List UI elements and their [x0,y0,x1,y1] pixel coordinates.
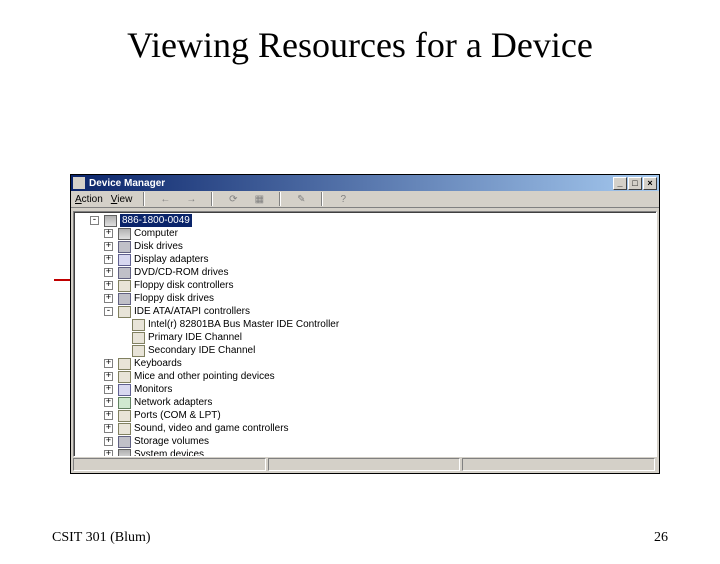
device-icon [118,449,131,458]
tree-item-ide-0[interactable]: Intel(r) 82801BA Bus Master IDE Controll… [148,318,339,331]
menu-action[interactable]: Action [75,194,103,205]
device-icon [132,332,145,344]
tree-item-5[interactable]: Floppy disk drives [134,292,214,305]
app-icon [73,177,85,189]
device-manager-window: Device Manager _ □ × Action View ← → ⟳ ▦… [70,174,660,474]
expand-toggle[interactable]: + [104,437,113,446]
controller-icon [118,306,131,318]
tree-item-4[interactable]: Floppy disk controllers [134,279,233,292]
expand-toggle[interactable]: + [104,242,113,251]
tree-item-r5[interactable]: Sound, video and game controllers [134,422,289,435]
tree-item-r2[interactable]: Monitors [134,383,172,396]
close-button[interactable]: × [643,177,657,190]
tree-item-ide-1[interactable]: Primary IDE Channel [148,331,242,344]
expand-toggle[interactable]: + [104,398,113,407]
toolbar-help-icon[interactable]: ? [334,192,352,207]
expand-toggle[interactable]: + [104,385,113,394]
tree-root[interactable]: 886-1800-0049 [120,214,192,227]
computer-icon [104,215,117,227]
tree-item-2[interactable]: Display adapters [134,253,208,266]
device-icon [118,410,131,422]
device-icon [118,293,131,305]
expand-toggle[interactable]: + [104,450,113,457]
expand-toggle[interactable]: + [104,268,113,277]
device-icon [118,254,131,266]
expand-toggle[interactable]: + [104,229,113,238]
tree-item-0[interactable]: Computer [134,227,178,240]
tree-item-r7[interactable]: System devices [134,448,204,457]
tree-item-r0[interactable]: Keyboards [134,357,182,370]
toolbar-refresh-icon[interactable]: ⟳ [224,192,242,207]
expand-toggle[interactable]: + [104,294,113,303]
device-icon [118,397,131,409]
tree-item-ide[interactable]: IDE ATA/ATAPI controllers [134,305,250,318]
expand-toggle[interactable]: + [104,281,113,290]
menubar: Action View ← → ⟳ ▦ ✎ ? [71,191,659,208]
tree-item-r6[interactable]: Storage volumes [134,435,209,448]
nav-forward-icon[interactable]: → [182,192,200,207]
expand-toggle[interactable]: + [104,359,113,368]
device-icon [118,267,131,279]
maximize-button[interactable]: □ [628,177,642,190]
expand-toggle[interactable]: - [104,307,113,316]
tree-item-ide-2[interactable]: Secondary IDE Channel [148,344,255,357]
statusbar [73,458,657,471]
tree-item-3[interactable]: DVD/CD-ROM drives [134,266,228,279]
nav-back-icon[interactable]: ← [156,192,174,207]
expand-toggle[interactable]: + [104,372,113,381]
device-icon [132,319,145,331]
device-icon [118,358,131,370]
device-icon [118,384,131,396]
expand-toggle[interactable]: + [104,424,113,433]
tree-view[interactable]: - 886-1800-0049 + Computer + Disk drives + Di… [73,211,657,457]
expand-toggle[interactable]: + [104,255,113,264]
footer-course: CSIT 301 (Blum) [52,530,151,546]
toolbar-scan-icon[interactable]: ✎ [292,192,310,207]
slide-title: Viewing Resources for a Device [0,24,720,66]
tree-item-r1[interactable]: Mice and other pointing devices [134,370,275,383]
device-icon [118,228,131,240]
device-icon [118,423,131,435]
footer-page: 26 [654,530,668,546]
tree-item-1[interactable]: Disk drives [134,240,183,253]
device-icon [118,241,131,253]
device-icon [132,345,145,357]
device-icon [118,436,131,448]
window-title: Device Manager [89,178,165,189]
device-icon [118,280,131,292]
expand-toggle[interactable]: - [90,216,99,225]
tree-item-r4[interactable]: Ports (COM & LPT) [134,409,221,422]
toolbar-props-icon[interactable]: ▦ [250,192,268,207]
expand-toggle[interactable]: + [104,411,113,420]
device-icon [118,371,131,383]
minimize-button[interactable]: _ [613,177,627,190]
tree-item-r3[interactable]: Network adapters [134,396,212,409]
titlebar[interactable]: Device Manager _ □ × [71,175,659,191]
menu-view[interactable]: View [111,194,133,205]
